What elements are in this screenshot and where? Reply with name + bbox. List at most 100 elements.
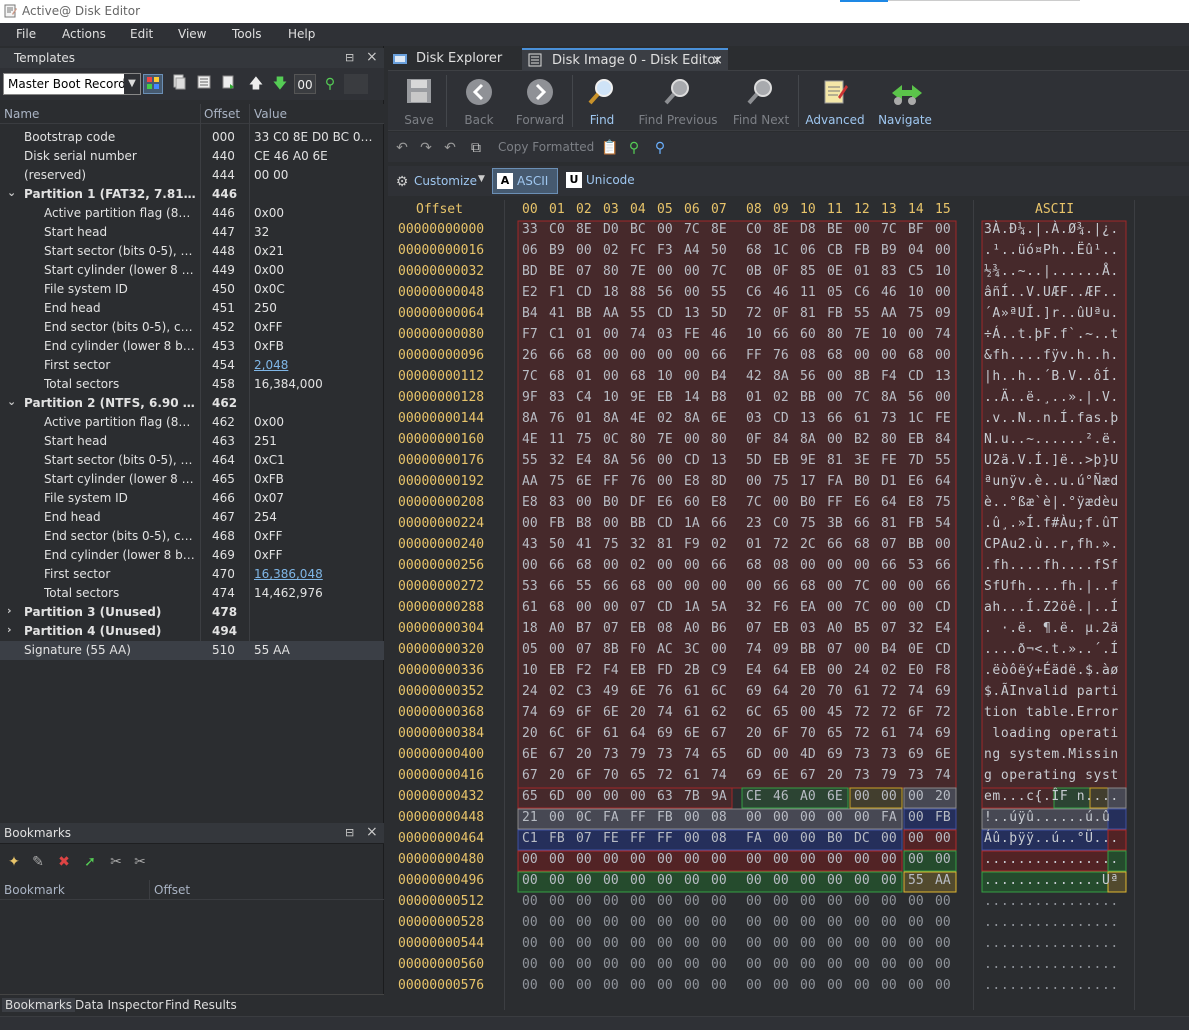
- hex-byte[interactable]: 2B: [684, 663, 700, 678]
- hex-byte[interactable]: 66: [854, 516, 870, 531]
- hex-byte[interactable]: 00: [603, 558, 619, 573]
- hex-byte[interactable]: B0: [800, 495, 816, 510]
- save-button[interactable]: Save: [396, 75, 442, 129]
- hex-byte[interactable]: 7D: [908, 453, 924, 468]
- hex-byte[interactable]: 61: [684, 705, 700, 720]
- hex-row[interactable]: 00000000032 BD BE 07 80 7E 00 00 7C 0B 0F 85 0E 01 83 C…: [388, 262, 1189, 283]
- hex-byte[interactable]: 75: [908, 306, 924, 321]
- hex-byte[interactable]: 00: [908, 852, 924, 867]
- hex-byte[interactable]: 00: [657, 852, 673, 867]
- hex-byte[interactable]: 00: [908, 789, 924, 804]
- hex-byte[interactable]: 68: [746, 243, 762, 258]
- ascii-text[interactable]: . ·.ë. ¶.ë. µ.2ä: [984, 621, 1119, 636]
- hex-byte[interactable]: 84: [935, 432, 951, 447]
- hex-byte[interactable]: 00: [935, 285, 951, 300]
- hex-byte[interactable]: 6E: [576, 474, 592, 489]
- hex-byte[interactable]: 72: [881, 705, 897, 720]
- hex-byte[interactable]: 56: [908, 390, 924, 405]
- hex-byte[interactable]: 21: [522, 810, 538, 825]
- hex-byte[interactable]: 00: [549, 852, 565, 867]
- hex-byte[interactable]: CD: [684, 453, 700, 468]
- hex-byte[interactable]: 02: [773, 390, 789, 405]
- hex-byte[interactable]: 69: [908, 747, 924, 762]
- hex-byte[interactable]: 66: [711, 348, 727, 363]
- hex-byte[interactable]: 80: [711, 432, 727, 447]
- hex-byte[interactable]: 06: [522, 243, 538, 258]
- hex-byte[interactable]: FF: [657, 831, 673, 846]
- hex-byte[interactable]: 69: [935, 726, 951, 741]
- pin-icon[interactable]: ⊟: [345, 51, 354, 64]
- hex-byte[interactable]: 56: [800, 369, 816, 384]
- hex-row[interactable]: 00000000144 8A 76 01 8A 4E 02 8A 6E 03 CD 13 66 61 73 1…: [388, 409, 1189, 430]
- hex-byte[interactable]: 00: [576, 243, 592, 258]
- hex-byte[interactable]: 1A: [684, 600, 700, 615]
- hex-byte[interactable]: D0: [603, 222, 619, 237]
- hex-byte[interactable]: 74: [522, 705, 538, 720]
- hex-byte[interactable]: 66: [549, 558, 565, 573]
- hex-byte[interactable]: E2: [522, 285, 538, 300]
- hex-byte[interactable]: C6: [746, 285, 762, 300]
- hex-byte[interactable]: 65: [630, 768, 646, 783]
- hex-byte[interactable]: 00: [827, 600, 843, 615]
- hex-byte[interactable]: FF: [630, 810, 646, 825]
- hex-byte[interactable]: 66: [773, 327, 789, 342]
- ascii-text[interactable]: U2ä.V.Í.]ë..>þ}U: [984, 453, 1119, 468]
- hex-byte[interactable]: B5: [854, 621, 870, 636]
- hex-byte[interactable]: FA: [746, 831, 762, 846]
- template-group-row[interactable]: ⌄ Partition 1 (FAT32, 7.81 GB) 446: [0, 185, 384, 204]
- hex-byte[interactable]: 00: [576, 957, 592, 972]
- hex-byte[interactable]: 79: [630, 747, 646, 762]
- hex-byte[interactable]: 00: [827, 663, 843, 678]
- hex-byte[interactable]: 55: [711, 285, 727, 300]
- hex-byte[interactable]: 00: [881, 852, 897, 867]
- hex-byte[interactable]: 00: [854, 915, 870, 930]
- hex-byte[interactable]: 5A: [711, 600, 727, 615]
- hex-byte[interactable]: 70: [800, 726, 816, 741]
- hex-byte[interactable]: 00: [684, 369, 700, 384]
- hex-byte[interactable]: 00: [773, 978, 789, 993]
- hex-byte[interactable]: FA: [827, 474, 843, 489]
- hex-byte[interactable]: 00: [773, 894, 789, 909]
- find-button[interactable]: Find: [580, 75, 624, 129]
- copy-icon[interactable]: ⧉: [466, 138, 486, 158]
- hex-byte[interactable]: 7C: [854, 390, 870, 405]
- hex-byte[interactable]: CD: [908, 369, 924, 384]
- hex-byte[interactable]: 02: [657, 411, 673, 426]
- hex-byte[interactable]: A0: [684, 621, 700, 636]
- list-template-icon[interactable]: [194, 74, 214, 94]
- hex-byte[interactable]: 00: [657, 264, 673, 279]
- hex-byte[interactable]: 66: [711, 558, 727, 573]
- hex-byte[interactable]: 61: [603, 726, 619, 741]
- hex-byte[interactable]: 00: [854, 348, 870, 363]
- hex-byte[interactable]: F4: [881, 369, 897, 384]
- template-field-row[interactable]: Start head 463 251: [0, 432, 384, 451]
- hex-byte[interactable]: 69: [746, 684, 762, 699]
- hex-byte[interactable]: 00: [827, 978, 843, 993]
- hex-byte[interactable]: 66: [549, 579, 565, 594]
- hex-byte[interactable]: 83: [549, 390, 565, 405]
- hex-byte[interactable]: 74: [935, 768, 951, 783]
- field-value-link[interactable]: 2,048: [254, 358, 288, 372]
- hex-byte[interactable]: A0: [549, 621, 565, 636]
- ascii-text[interactable]: tion table.Error: [984, 705, 1119, 720]
- hex-byte[interactable]: 81: [827, 453, 843, 468]
- hex-row[interactable]: 00000000240 43 50 41 75 32 81 F9 02 01 72 2C 66 68 07 B…: [388, 535, 1189, 556]
- hex-byte[interactable]: 4D: [800, 747, 816, 762]
- hex-byte[interactable]: FE: [684, 327, 700, 342]
- hex-byte[interactable]: 00: [935, 537, 951, 552]
- hex-byte[interactable]: 00: [908, 936, 924, 951]
- unicode-toggle[interactable]: U Unicode: [562, 168, 642, 194]
- hex-row[interactable]: 00000000528 00 00 00 00 00 00 00 00 00 00 00 00 00 00 0…: [388, 913, 1189, 934]
- hex-byte[interactable]: EA: [800, 600, 816, 615]
- hex-byte[interactable]: C0: [746, 222, 762, 237]
- hex-byte[interactable]: 41: [576, 537, 592, 552]
- hex-byte[interactable]: 02: [603, 243, 619, 258]
- hex-byte[interactable]: C5: [908, 264, 924, 279]
- hex-byte[interactable]: 00: [827, 957, 843, 972]
- hex-byte[interactable]: 00: [522, 978, 538, 993]
- hex-byte[interactable]: CD: [576, 285, 592, 300]
- hex-byte[interactable]: 20: [576, 747, 592, 762]
- template-field-row[interactable]: File system ID 450 0x0C: [0, 280, 384, 299]
- tab-find-results[interactable]: Find Results: [162, 998, 240, 1012]
- hex-byte[interactable]: 10: [746, 327, 762, 342]
